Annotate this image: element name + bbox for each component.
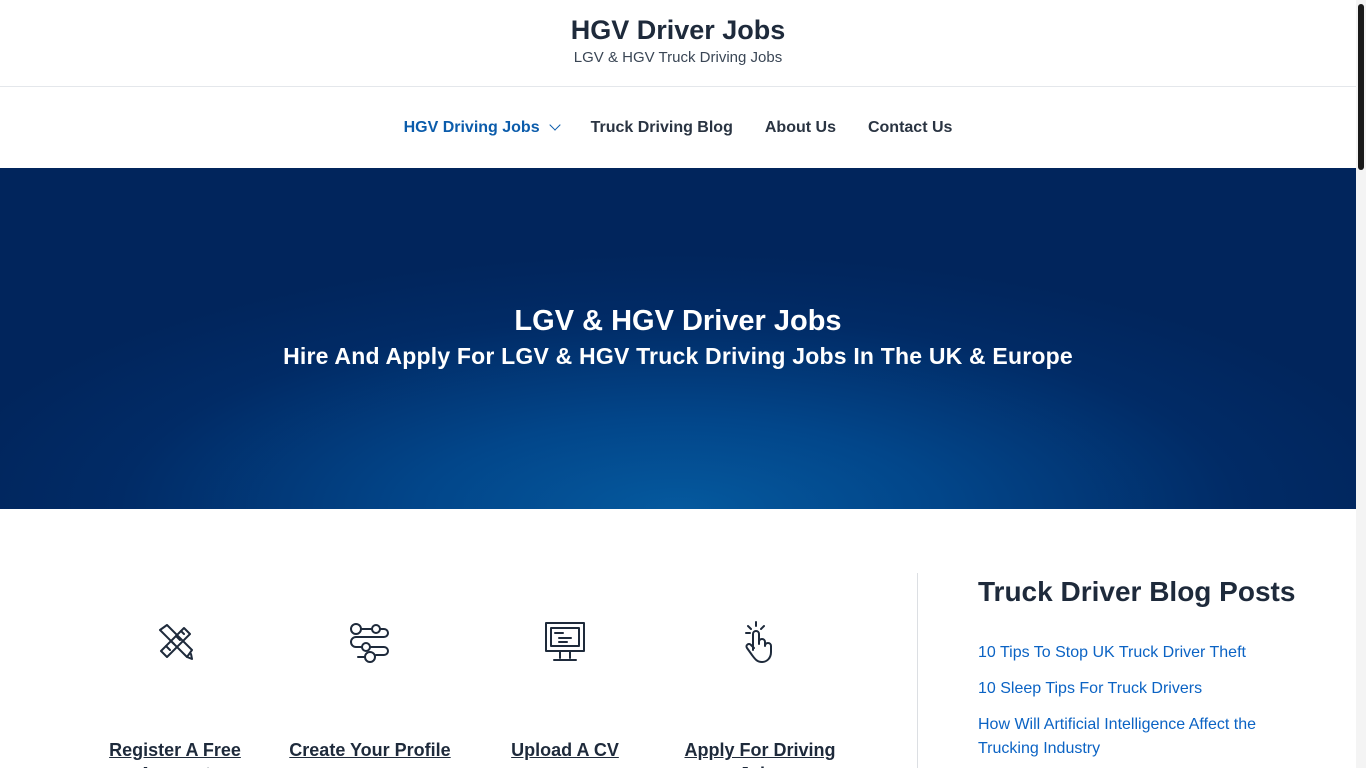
vertical-scrollbar[interactable] (1356, 0, 1366, 768)
upload-cv-link[interactable]: Upload A CV (470, 738, 660, 762)
register-account-link[interactable]: Register A Free Account (80, 738, 270, 768)
step-create-profile: Create Your Profile (275, 620, 465, 760)
step-apply-jobs: Apply For Driving Jobs (665, 620, 855, 768)
hand-tap-icon[interactable] (738, 620, 782, 664)
sidebar-heading: Truck Driver Blog Posts (978, 576, 1296, 607)
step-upload-cv: Upload A CV (470, 620, 660, 760)
hero-subtitle: Hire And Apply For LGV & HGV Truck Drivi… (283, 343, 1073, 369)
hero-title: LGV & HGV Driver Jobs (514, 305, 842, 337)
list-item: How Will Artificial Intelligence Affect … (978, 713, 1298, 761)
monitor-icon[interactable] (543, 620, 587, 664)
main-navigation: HGV Driving Jobs Truck Driving Blog Abou… (0, 87, 1356, 168)
nav-item-contact-us[interactable]: Contact Us (868, 119, 952, 137)
step-register: Register A Free Account (80, 620, 270, 768)
blog-post-link[interactable]: 10 Sleep Tips For Truck Drivers (978, 680, 1202, 697)
create-profile-link[interactable]: Create Your Profile (275, 738, 465, 762)
blog-post-link[interactable]: How Will Artificial Intelligence Affect … (978, 716, 1256, 757)
list-item: 10 Tips To Stop UK Truck Driver Theft (978, 641, 1298, 665)
site-title-link[interactable]: HGV Driver Jobs (0, 15, 1356, 46)
site-tagline: LGV & HGV Truck Driving Jobs (573, 49, 783, 66)
pencil-ruler-icon[interactable] (153, 620, 197, 664)
hero-banner: LGV & HGV Driver Jobs Hire And Apply For… (0, 168, 1356, 509)
sidebar-blog-posts: Truck Driver Blog Posts 10 Tips To Stop … (978, 574, 1298, 768)
apply-driving-jobs-link[interactable]: Apply For Driving Jobs (665, 738, 855, 768)
blog-post-list: 10 Tips To Stop UK Truck Driver Theft 10… (978, 641, 1298, 761)
nav-item-about-us[interactable]: About Us (765, 119, 836, 137)
nav-item-label: HGV Driving Jobs (403, 118, 540, 136)
scrollbar-thumb[interactable] (1358, 4, 1364, 170)
content-sidebar-divider (917, 573, 918, 768)
site-header: HGV Driver Jobs LGV & HGV Truck Driving … (0, 0, 1356, 87)
nav-item-hgv-driving-jobs[interactable]: HGV Driving Jobs (403, 118, 561, 137)
blog-post-link[interactable]: 10 Tips To Stop UK Truck Driver Theft (978, 644, 1246, 661)
nav-item-truck-driving-blog[interactable]: Truck Driving Blog (591, 119, 733, 137)
flow-settings-icon[interactable] (348, 620, 392, 664)
chevron-down-icon[interactable] (548, 119, 561, 131)
list-item: 10 Sleep Tips For Truck Drivers (978, 677, 1298, 701)
